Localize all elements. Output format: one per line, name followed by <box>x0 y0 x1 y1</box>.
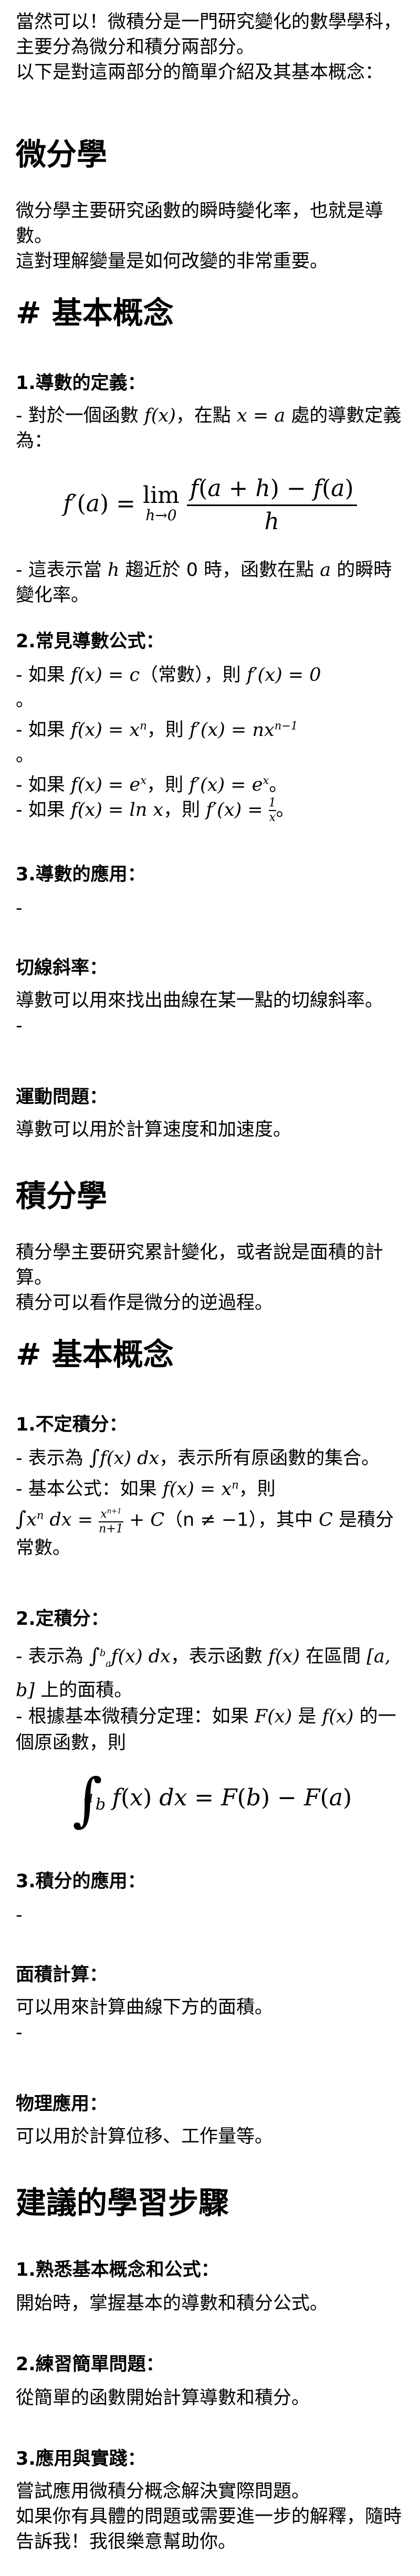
step-2-text: 從簡單的函數開始計算導數和積分。 <box>16 2388 310 2409</box>
derivative-rule-exponential: - 如果 f(x) = ex，則 f′(x) = ex。 <box>16 774 288 796</box>
derivative-rule-power: - 如果 f(x) = xn，則 f′(x) = nxn−1。 <box>16 719 298 766</box>
document: 當然可以！微積分是一門研究變化的數學學科，主要分為微分和積分兩部分。 以下是對這… <box>0 0 420 2576</box>
step-1-heading: 1.熟悉基本概念和公式： <box>16 2259 219 2280</box>
intro-line-2: 以下是對這兩部分的簡單介紹及其基本概念： <box>16 62 384 83</box>
motion-problems-text: 導數可以用於計算速度和加速度。 <box>16 1119 292 1140</box>
physics-applications-heading: 物理應用： <box>16 2094 108 2115</box>
math-fx: f <box>144 405 151 426</box>
integral-applications-dash: - <box>16 1905 23 1926</box>
tangent-slope-heading: 切線斜率： <box>16 958 108 979</box>
derivative-definition-text: - 對於一個函數 f(x)，在點 x = a 處的導數定義為： <box>16 405 402 451</box>
integral-applications-heading: 3.積分的應用： <box>16 1871 146 1892</box>
integral-sign: ∫ b a <box>72 1765 106 1833</box>
definite-integral-heading: 2.定積分： <box>16 1608 109 1629</box>
derivative-definition-formula: f′(a) = lim h→0 f(a + h) − f(a) h <box>16 462 404 546</box>
derivative-rule-constant: - 如果 f(x) = c（常數），則 f′(x) = 0。 <box>16 665 321 711</box>
common-derivatives-list: - 如果 f(x) = c（常數），則 f′(x) = 0。 - 如果 f(x)… <box>16 663 415 824</box>
integral-description: 積分學主要研究累計變化，或者說是面積的計算。 積分可以看作是微分的逆過程。 <box>16 1242 384 1313</box>
intro-paragraph: 當然可以！微積分是一門研究變化的數學學科，主要分為微分和積分兩部分。 以下是對這… <box>16 9 404 85</box>
derivative-applications-dash: - <box>16 898 23 919</box>
definite-integral-text: - 表示為 ∫baf(x) dx，表示函數 f(x) 在區間 [a, b] 上的… <box>16 1644 396 1753</box>
area-calculation-heading: 面積計算： <box>16 1964 108 1985</box>
limit-operator: lim h→0 <box>143 481 180 524</box>
section-title-differential: 微分學 <box>16 136 108 172</box>
step-2-heading: 2.練習簡單問題： <box>16 2354 164 2375</box>
section-title-integral: 積分學 <box>16 1178 108 1214</box>
area-calculation-text: 可以用來計算曲線下方的面積。 - <box>16 1997 274 2043</box>
integral-concepts-heading: # 基本概念 <box>16 1337 174 1372</box>
common-derivatives-heading: 2.常見導數公式： <box>16 631 164 652</box>
physics-applications-text: 可以用於計算位移、工作量等。 <box>16 2126 274 2147</box>
derivative-definition-note: - 這表示當 h 趨近於 0 時，函數在點 a 的瞬時變化率。 <box>16 560 392 606</box>
motion-problems-heading: 運動問題： <box>16 1087 108 1108</box>
differential-description: 微分學主要研究函數的瞬時變化率，也就是導數。 這對理解變量是如何改變的非常重要。 <box>16 201 384 272</box>
differential-concepts-heading: # 基本概念 <box>16 295 174 331</box>
intro-line-1: 當然可以！微積分是一門研究變化的數學學科，主要分為微分和積分兩部分。 <box>16 12 402 58</box>
step-1-text: 開始時，掌握基本的導數和積分公式。 <box>16 2293 329 2314</box>
difference-quotient: f(a + h) − f(a) h <box>186 475 357 535</box>
indefinite-integral-heading: 1.不定積分： <box>16 1414 128 1435</box>
derivative-rule-log: - 如果 f(x) = ln x，則 f′(x) = 1 x。 <box>16 796 295 825</box>
indefinite-integral-text: - 表示為 ∫f(x) dx，表示所有原函數的集合。 - 基本公式：如果 f(x… <box>16 1446 394 1559</box>
fundamental-theorem-formula: ∫ b a f(x) dx = F(b) − F(a) <box>16 1753 404 1843</box>
step-3-text: 嘗試應用微積分概念解決實際問題。 如果你有具體的問題或需要進一步的解釋，隨時告訴… <box>16 2481 402 2552</box>
section-title-learning-steps: 建議的學習步驟 <box>16 2185 229 2221</box>
tangent-slope-text: 導數可以用來找出曲線在某一點的切線斜率。 - <box>16 990 384 1036</box>
derivative-definition-heading: 1.導數的定義： <box>16 373 146 394</box>
step-3-heading: 3.應用與實踐： <box>16 2448 146 2469</box>
derivative-applications-heading: 3.導數的應用： <box>16 864 146 885</box>
